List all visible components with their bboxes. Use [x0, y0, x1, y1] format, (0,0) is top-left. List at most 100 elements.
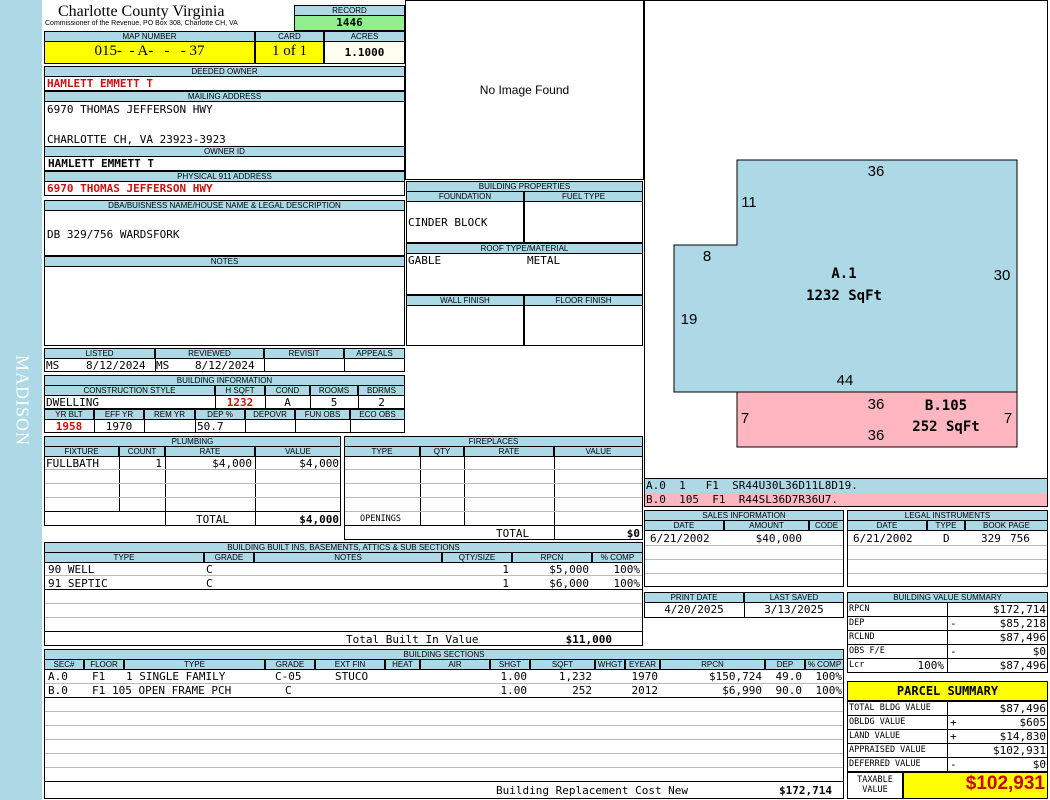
- sale-amount-1: $40,000: [755, 532, 802, 545]
- dim-a-bottom: 44: [837, 372, 854, 389]
- section-a-sec: A.0: [48, 670, 68, 683]
- built-in-total: $11,000: [565, 633, 612, 646]
- legal-description-value: DB 329/756 WARDSFORK: [47, 228, 180, 241]
- vs-lcr-value: $87,496: [999, 659, 1046, 672]
- office-address: Commissioner of the Revenue, PO Box 308,…: [45, 20, 238, 27]
- physical-address-value: 6970 THOMAS JEFFERSON HWY: [47, 182, 213, 195]
- no-image-text: No Image Found: [479, 83, 570, 97]
- section-b-area: 252 SqFt: [912, 419, 979, 435]
- section-b-floor: F1: [92, 684, 106, 697]
- roof-box: [406, 253, 643, 295]
- ps-deferred-value: $0: [1032, 758, 1046, 771]
- dim-b-top: 36: [868, 396, 885, 413]
- eff-yr-value: 1970: [105, 420, 133, 433]
- hsqft-value: 1232: [226, 396, 254, 409]
- acres-value: 1.1000: [344, 46, 385, 59]
- built-in-type-2: 91 SEPTIC: [48, 577, 108, 590]
- section-b-dep: 90.0: [775, 684, 803, 697]
- vs-rpcn-label: RPCN: [849, 604, 870, 614]
- dep-value: 50.7: [197, 420, 224, 433]
- built-in-type-1: 90 WELL: [48, 563, 95, 576]
- section-b-grade: C: [285, 684, 292, 697]
- legal-book-1: 329: [981, 532, 1001, 545]
- built-in-grade-1: C: [206, 563, 213, 576]
- built-in-qty-1: 1: [502, 563, 509, 576]
- dim-a-left: 19: [681, 311, 698, 328]
- section-a-area: 1232 SqFt: [806, 288, 882, 304]
- vs-lcr-pct: 100%: [917, 659, 945, 672]
- listed-by: MS: [46, 359, 60, 372]
- vs-rclnd-value: $87,496: [999, 631, 1046, 644]
- dim-a-right: 30: [994, 267, 1011, 284]
- section-a-comp: 100%: [815, 670, 843, 683]
- built-in-total-label: Total Built In Value: [346, 633, 479, 646]
- plumbing-rate-1: $4,000: [212, 457, 252, 470]
- vs-dep-label: DEP: [849, 618, 865, 628]
- fireplace-total: $0: [626, 527, 640, 540]
- vs-rpcn-value: $172,714: [993, 603, 1046, 616]
- section-b-eyear: 2012: [631, 684, 659, 697]
- plumbing-fixture-1: FULLBATH: [46, 457, 99, 470]
- last-saved-value: 3/13/2025: [764, 603, 824, 616]
- taxable-label-1: TAXABLE: [857, 775, 893, 785]
- notes-box: [44, 266, 405, 346]
- section-a-sqft: 1,232: [558, 670, 592, 683]
- dim-a-step-v: 11: [741, 194, 757, 211]
- legal-page-1: 756: [1010, 532, 1030, 545]
- section-a-label: A.1: [831, 266, 856, 282]
- print-date-value: 4/20/2025: [664, 603, 724, 616]
- rcn-label: Building Replacement Cost New: [496, 784, 689, 797]
- rcn-value: $172,714: [779, 784, 832, 797]
- vs-rclnd-label: RCLND: [849, 632, 875, 642]
- built-in-rpcn-2: $6,000: [549, 577, 589, 590]
- dim-a-step-h: 8: [703, 248, 711, 265]
- fireplace-openings-label: OPENINGS: [360, 514, 401, 524]
- foundation-value: CINDER BLOCK: [408, 216, 488, 229]
- section-b-type: 105 OPEN FRAME PCH: [112, 684, 232, 697]
- section-b-sec: B.0: [48, 684, 68, 697]
- ps-land-label: LAND VALUE: [849, 731, 901, 741]
- ps-bldg-value: $87,496: [999, 702, 1046, 715]
- ps-obldg-value: $605: [1019, 716, 1047, 729]
- building-sketch: A.1 1232 SqFt B.105 252 SqFt 36 11 8 30 …: [673, 159, 1018, 448]
- rooms-value: 5: [330, 396, 338, 409]
- plumbing-count-1: 1: [155, 457, 162, 470]
- vector-text-a: A.0 1 F1 SR44U30L36D11L8D19.: [646, 479, 858, 492]
- ps-deferred-label: DEFERRED VALUE: [849, 759, 921, 769]
- owner-id-value: HAMLETT EMMETT T: [48, 157, 154, 170]
- roof-material-value: METAL: [527, 254, 561, 267]
- vector-text-b: B.0 105 F1 R44SL36D7R36U7.: [646, 493, 839, 506]
- section-b-shgt: 1.00: [500, 684, 528, 697]
- bdrms-value: 2: [378, 396, 385, 409]
- dim-b-left: 7: [741, 410, 749, 427]
- dim-a-top: 36: [868, 163, 885, 180]
- dim-b-right: 7: [1004, 410, 1012, 427]
- reviewed-date: 8/12/2024: [195, 359, 255, 372]
- floor-finish-box: [524, 305, 643, 346]
- mailing-line-1: 6970 THOMAS JEFFERSON HWY: [47, 103, 213, 116]
- roof-type-value: GABLE: [408, 254, 442, 267]
- ps-bldg-label: TOTAL BLDG VALUE: [849, 703, 931, 713]
- section-a-shgt: 1.00: [500, 670, 528, 683]
- taxable-value: $102,931: [965, 773, 1045, 794]
- dim-b-bottom: 36: [868, 427, 885, 444]
- section-a-type: 1 SINGLE FAMILY: [126, 670, 226, 683]
- legal-type-1: D: [943, 532, 950, 545]
- legal-date-1: 6/21/2002: [853, 532, 913, 545]
- section-b-comp: 100%: [815, 684, 843, 697]
- taxable-label-2: VALUE: [862, 785, 888, 795]
- record-value: 1446: [336, 16, 363, 29]
- map-number-value: 015- - A- - - 37: [94, 43, 205, 59]
- section-a-floor: F1: [92, 670, 106, 683]
- vs-obs-value: $0: [1032, 645, 1046, 658]
- built-in-grade-2: C: [206, 577, 213, 590]
- wall-finish-box: [406, 305, 524, 346]
- built-in-rpcn-1: $5,000: [549, 563, 589, 576]
- listed-date: 8/12/2024: [86, 359, 146, 372]
- district-label: MADISON: [12, 354, 33, 446]
- card-value: 1 of 1: [272, 43, 307, 59]
- section-b-sqft: 252: [572, 684, 592, 697]
- plumbing-value-1: $4,000: [299, 457, 339, 470]
- vs-lcr-label: Lcr: [849, 660, 865, 670]
- fuel-box: [524, 201, 643, 243]
